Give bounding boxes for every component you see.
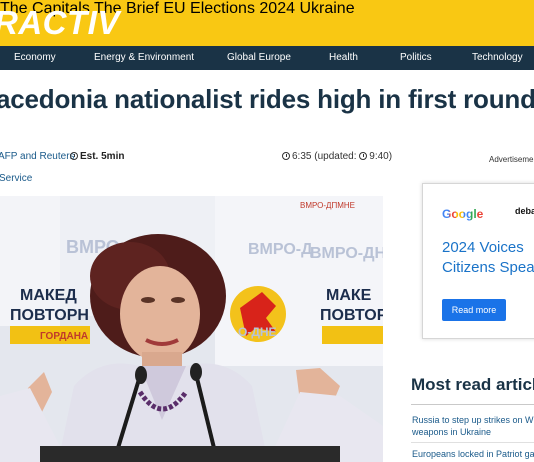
svg-text:ВМРО-Д: ВМРО-Д: [248, 241, 313, 258]
page: RACTIV The Capitals The Brief EU Electio…: [0, 0, 534, 462]
google-logo: Google: [442, 207, 484, 221]
clock-icon: [70, 152, 78, 160]
site-logo[interactable]: RACTIV: [0, 4, 120, 42]
svg-text:ГОРДАНА: ГОРДАНА: [40, 331, 88, 342]
section-link-global-europe[interactable]: Global Europe: [227, 52, 291, 63]
section-nav: Economy Energy & Environment Global Euro…: [0, 46, 534, 70]
svg-text:ПОВТОРН: ПОВТОРН: [10, 307, 89, 324]
clock-icon: [282, 152, 290, 160]
ad-headline-line2: Citizens Spea: [442, 259, 534, 276]
advertisement-label: Advertisement: [489, 155, 534, 164]
article-photo: ВМРО ВМРО-ДПМНЕ ВМРО-Д ВМРО-ДНЕ МАКЕД ПО…: [0, 196, 383, 462]
svg-text:МАКЕД: МАКЕД: [20, 287, 77, 304]
section-link-health[interactable]: Health: [329, 52, 358, 63]
nav-link-ukraine[interactable]: Ukraine: [299, 0, 354, 17]
article-photo-image: ВМРО ВМРО-ДПМНЕ ВМРО-Д ВМРО-ДНЕ МАКЕД ПО…: [0, 196, 383, 462]
article-headline: acedonia nationalist rides high in first…: [0, 84, 534, 114]
article-source-link[interactable]: AFP and Reuters: [0, 151, 75, 162]
nav-link-eu-elections[interactable]: EU Elections 2024: [163, 0, 295, 17]
section-link-economy[interactable]: Economy: [14, 52, 56, 63]
partner-logo: deba: [515, 206, 534, 216]
section-link-energy[interactable]: Energy & Environment: [94, 52, 194, 63]
svg-text:ВМРО-ДПМНЕ: ВМРО-ДПМНЕ: [300, 201, 355, 210]
clock-icon: [359, 152, 368, 160]
most-read-item[interactable]: Russia to step up strikes on W weapons i…: [412, 414, 534, 438]
svg-text:О-ДНЕ: О-ДНЕ: [238, 325, 277, 339]
ad-headline-line1: 2024 Voices: [442, 239, 524, 256]
divider: [411, 442, 534, 443]
most-read-item[interactable]: Europeans locked in Patriot ga: [412, 448, 534, 460]
publish-time: 6:35 (updated: 9:40): [282, 151, 392, 162]
divider: [411, 404, 534, 405]
sidebar-ad[interactable]: Google deba 2024 Voices Citizens Spea Re…: [422, 183, 534, 339]
read-time: Est. 5min: [70, 151, 124, 162]
service-link[interactable]: Service: [0, 173, 32, 184]
svg-text:МАКЕ: МАКЕ: [326, 287, 372, 304]
section-link-technology[interactable]: Technology: [472, 52, 523, 63]
top-bar: RACTIV The Capitals The Brief EU Electio…: [0, 0, 534, 46]
read-more-button[interactable]: Read more: [442, 299, 506, 321]
svg-text:ПОВТОР: ПОВТОР: [320, 307, 383, 324]
section-link-politics[interactable]: Politics: [400, 52, 432, 63]
most-read-heading: Most read articles: [411, 375, 534, 394]
svg-text:ВМРО-ДНЕ: ВМРО-ДНЕ: [310, 245, 383, 262]
